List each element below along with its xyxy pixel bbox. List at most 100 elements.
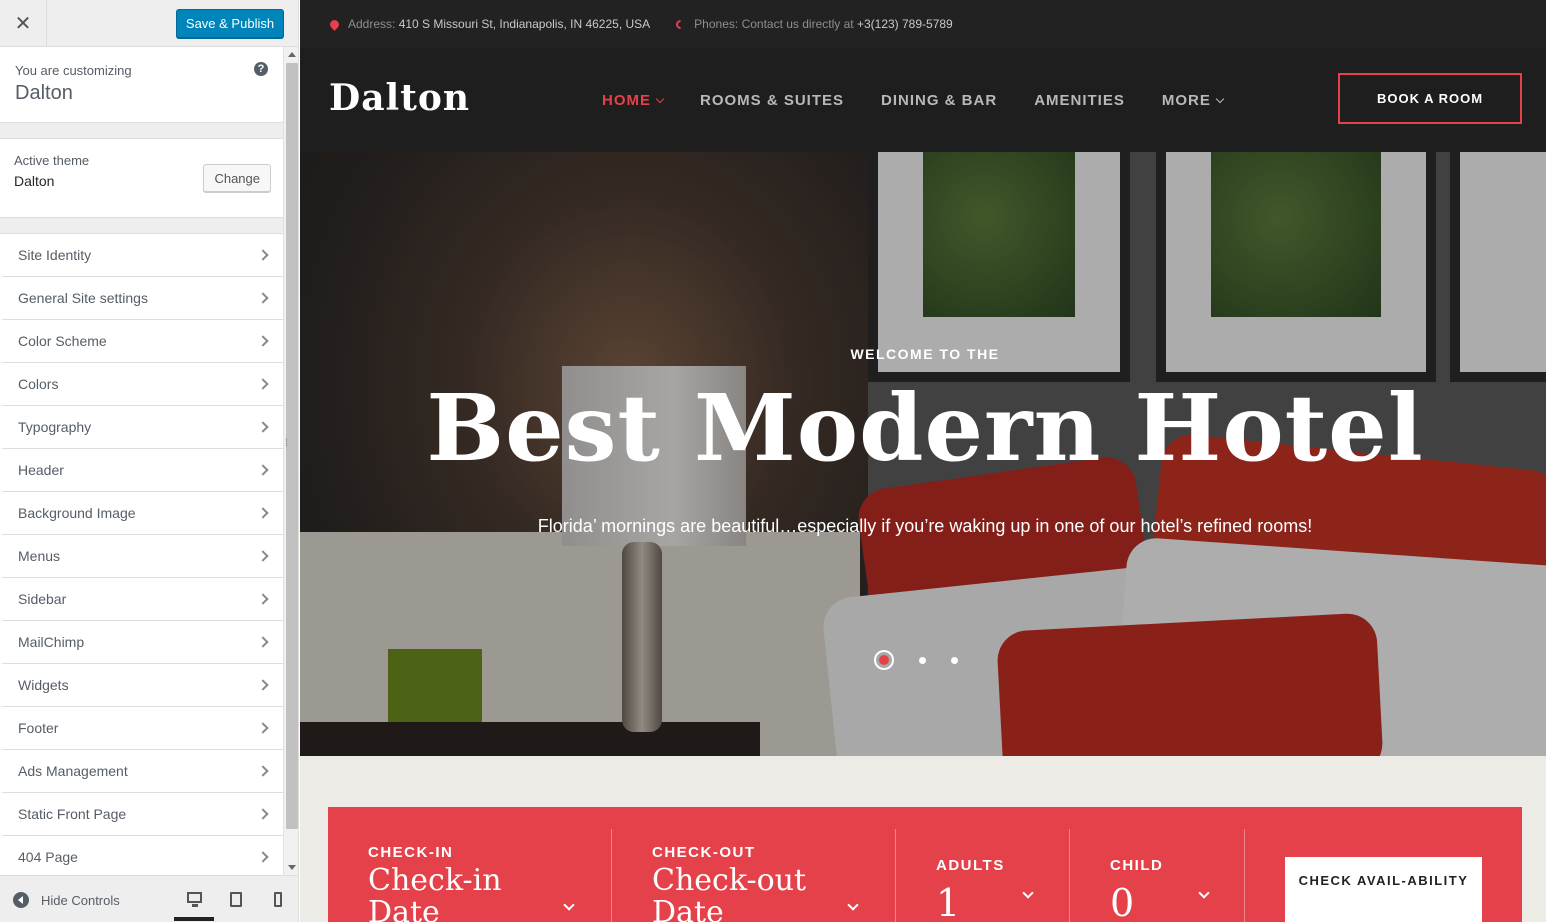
child-field[interactable]: CHILD 0 [1070,829,1245,922]
phones-label: Phones: [694,17,739,31]
section-label: Menus [18,548,61,564]
section-label: Static Front Page [18,806,127,822]
section-typography[interactable]: Typography [0,406,283,449]
main-nav: HOME ROOMS & SUITES DINING & BAR AMENITI… [602,92,1225,109]
book-room-button[interactable]: BOOK A ROOM [1338,73,1522,124]
site-logo[interactable]: Dalton [329,77,470,119]
section-sidebar[interactable]: Sidebar [0,578,283,621]
nav-label: AMENITIES [1034,92,1125,109]
site-name: Dalton [15,82,73,104]
section-label: Typography [18,419,92,435]
phone-number[interactable]: +3(123) 789-5789 [857,17,953,31]
section-menus[interactable]: Menus [0,535,283,578]
preview-desktop-button[interactable] [174,888,214,921]
section-widgets[interactable]: Widgets [0,664,283,707]
chevron-right-icon [257,593,269,605]
nav-label: DINING & BAR [881,92,998,109]
chevron-right-icon [257,679,269,691]
site-header: Dalton HOME ROOMS & SUITES DINING & BAR … [300,48,1546,152]
site-preview: Address: 410 S Missouri St, Indianapolis… [300,0,1546,922]
address-label: Address: [348,17,396,31]
phones-text: Contact us directly at [741,17,854,31]
chevron-right-icon [257,550,269,562]
save-publish-button[interactable]: Save & Publish [176,9,284,38]
adults-field[interactable]: ADULTS 1 [896,829,1070,922]
checkin-field[interactable]: CHECK-IN Check-in Date [328,829,612,922]
adults-value: 1 [936,881,961,922]
section-label: General Site settings [18,290,148,306]
change-theme-button[interactable]: Change [203,164,271,192]
section-site-identity[interactable]: Site Identity [0,234,283,277]
child-label: CHILD [1110,857,1164,874]
chevron-down-icon [1215,94,1225,103]
nav-label: ROOMS & SUITES [700,92,845,109]
customizer-footer: Hide Controls [0,875,298,922]
hero-subtitle: Florida’ mornings are beautiful…especial… [537,516,1313,536]
section-ads-management[interactable]: Ads Management [0,750,283,793]
child-value: 0 [1110,881,1135,922]
tablet-icon [230,892,242,907]
hide-controls-label: Hide Controls [41,892,120,908]
preview-mobile-button[interactable] [258,888,298,921]
slider-dot-2[interactable] [919,656,926,664]
slider-dot-3[interactable] [951,656,958,664]
check-availability-button[interactable]: CHECK AVAIL-ABILITY [1285,857,1482,922]
section-label: Site Identity [18,247,92,263]
chevron-right-icon [257,292,269,304]
chevron-right-icon [257,722,269,734]
active-theme-section: Active theme Dalton Change [0,138,283,218]
hero-welcome: WELCOME TO THE [850,346,1000,362]
nav-dining-bar[interactable]: DINING & BAR [881,92,997,109]
section-footer[interactable]: Footer [0,707,283,750]
section-static-front-page[interactable]: Static Front Page [0,793,283,836]
nav-more[interactable]: MORE [1161,92,1225,109]
slider-dot-1[interactable] [874,650,894,670]
section-label: Colors [18,376,59,392]
close-icon[interactable]: ✕ [0,0,47,47]
section-404-page[interactable]: 404 Page [0,836,283,875]
customizer-header: ✕ Save & Publish [0,0,298,47]
section-header[interactable]: Header [0,449,283,492]
preview-tablet-button[interactable] [216,888,256,921]
chevron-down-icon [1022,887,1034,899]
section-colors[interactable]: Colors [0,363,283,406]
section-general-site-settings[interactable]: General Site settings [0,277,283,320]
scrollbar-thumb[interactable] [286,63,298,829]
section-background-image[interactable]: Background Image [0,492,283,535]
resize-handle-icon[interactable]: ⁞ [285,438,288,449]
section-label: Background Image [18,505,136,521]
site-topbar: Address: 410 S Missouri St, Indianapolis… [300,0,1546,48]
section-label: Footer [18,720,59,736]
checkout-field[interactable]: CHECK-OUT Check-out Date [612,829,896,922]
phone-icon [674,17,688,31]
nav-label: HOME [602,92,651,109]
booking-form: CHECK-IN Check-in Date CHECK-OUT Check-o… [328,807,1522,922]
slider-dots [874,650,958,670]
hero-slider: WELCOME TO THE Best Modern Hotel Florida… [300,152,1546,756]
desktop-icon [186,892,202,907]
section-mailchimp[interactable]: MailChimp [0,621,283,664]
customizer-sidebar: ✕ Save & Publish You are customizing Dal… [0,0,299,922]
checkin-value: Check-in Date [368,863,502,922]
chevron-down-icon [1198,887,1210,899]
help-icon[interactable]: ? [254,62,268,76]
section-color-scheme[interactable]: Color Scheme [0,320,283,363]
hide-controls-button[interactable]: Hide Controls [13,892,120,908]
section-label: Widgets [18,677,69,693]
nav-label: MORE [1161,92,1211,109]
nav-rooms-suites[interactable]: ROOMS & SUITES [700,92,844,109]
scroll-down-icon[interactable] [288,865,296,870]
chevron-right-icon [257,636,269,648]
section-label: 404 Page [18,849,78,865]
scroll-up-icon[interactable] [288,52,296,57]
section-label: Sidebar [18,591,67,607]
customizer-sections: Site Identity General Site settings Colo… [0,233,283,875]
map-pin-icon [328,17,341,31]
nav-amenities[interactable]: AMENITIES [1034,92,1125,109]
nav-home[interactable]: HOME [602,92,665,109]
checkout-value: Check-out Date [652,863,807,922]
section-label: Ads Management [18,763,128,779]
customizer-scrollbar[interactable] [283,47,298,875]
address-value: 410 S Missouri St, Indianapolis, IN 4622… [398,17,651,31]
chevron-down-icon [655,94,665,103]
